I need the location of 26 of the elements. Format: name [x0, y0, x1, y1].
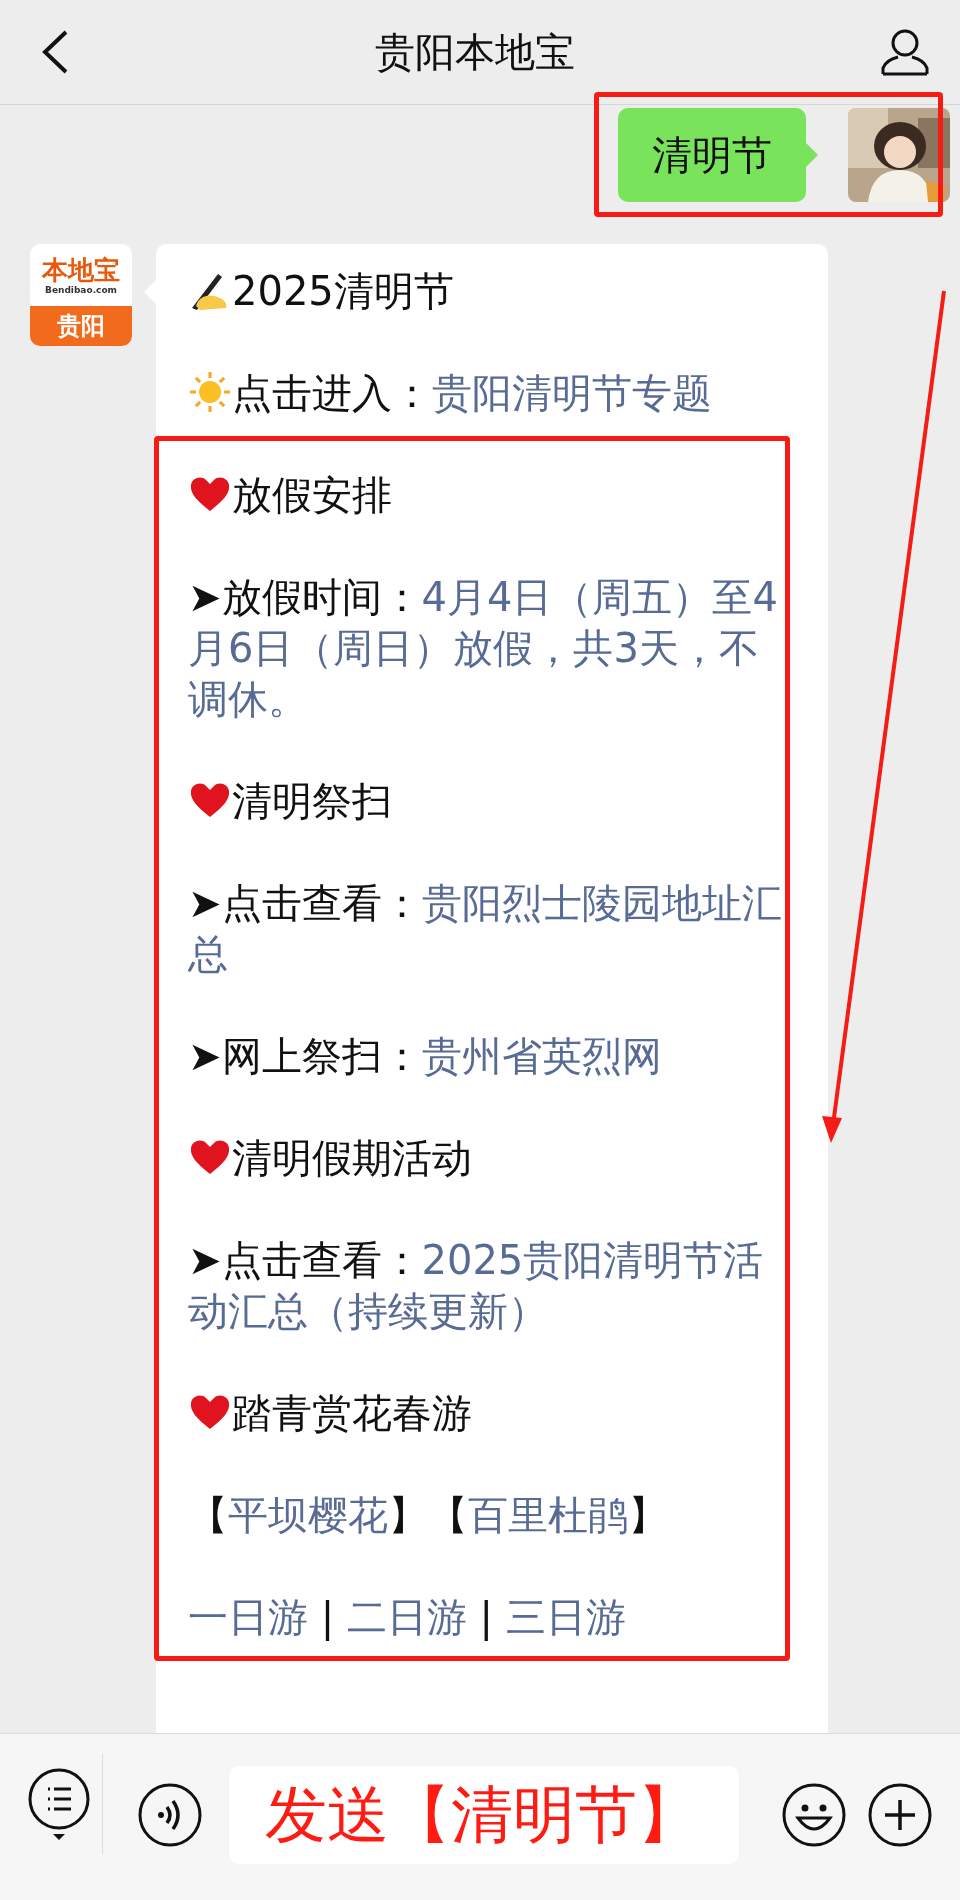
sun-icon: [188, 370, 232, 414]
message-text: 一日游 | 二日游 | 三日游: [188, 1594, 626, 1640]
message-text: ➤放假时间：4月4日（周五）至4月6日（周日）放假，共3天，不调休。: [188, 574, 778, 722]
message-input[interactable]: 发送【清明节】: [229, 1766, 739, 1864]
message-text: ➤点击查看：2025贵阳清明节活动汇总（持续更新）: [188, 1237, 764, 1334]
message-text: 【平坝樱花】【百里杜鹃】: [188, 1492, 668, 1538]
back-icon[interactable]: [40, 29, 70, 75]
person-icon[interactable]: [880, 28, 930, 76]
plus-icon[interactable]: [867, 1782, 933, 1848]
message-text: 踏青赏花春游: [232, 1390, 472, 1436]
message-text: 放假安排: [232, 472, 392, 518]
message-text: ➤网上祭扫：贵州省英烈网: [188, 1033, 662, 1079]
logo-text: 本地宝: [42, 254, 120, 285]
message-text: 清明假期活动: [232, 1135, 472, 1181]
logo-text: 贵阳: [30, 306, 132, 346]
window-title: 贵阳本地宝: [375, 27, 575, 77]
message-bubble: 清明节: [618, 108, 806, 202]
message-text: ➤点击查看：贵阳烈士陵园地址汇总: [188, 880, 782, 977]
message-text: 点击进入：贵阳清明节专题: [232, 370, 712, 416]
message-text: 清明祭扫: [232, 778, 392, 824]
message-text: 2025清明节: [232, 268, 454, 314]
bubble-tail: [806, 143, 818, 167]
logo-text: Bendibao.com: [45, 284, 117, 296]
voice-icon[interactable]: [137, 1782, 203, 1848]
emoji-icon[interactable]: [781, 1782, 847, 1848]
menu-icon[interactable]: [26, 1766, 92, 1842]
